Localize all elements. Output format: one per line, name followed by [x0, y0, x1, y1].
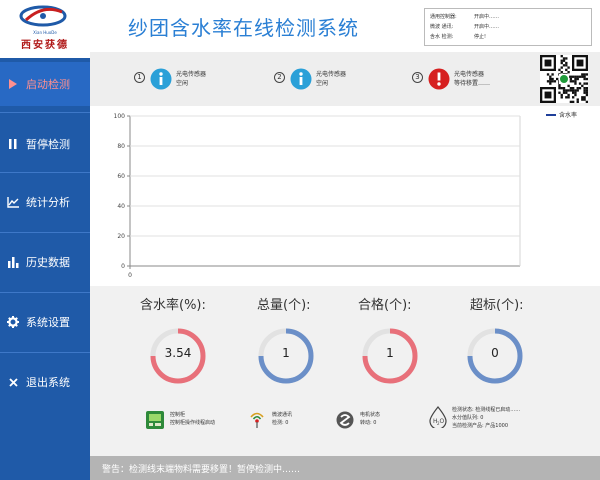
device-text: 检测状态: 检测线程已启动…… 水分值队列: 0 当前检测产品: 产品1000 [452, 407, 521, 429]
y-tick-label: 60 [117, 173, 125, 180]
device-text: 电机状态 转动: 0 [360, 412, 381, 426]
gauge-value-exceeded: 0 [491, 346, 499, 360]
legend-label: 含水率 [559, 112, 578, 119]
status-row-microwave: 微波 通讯: 开启中…… [430, 24, 500, 30]
controller-icon [146, 411, 164, 429]
sidebar-item-pause-detection[interactable]: 暂停检测 [0, 122, 90, 166]
sensor-text: 光电传感器 空闲 [176, 71, 207, 87]
info-icon [290, 68, 312, 90]
sidebar-item-history[interactable]: 历史数据 [0, 240, 90, 284]
page-title: 纱团含水率在线检测系统 [128, 16, 359, 40]
company-logo: Xian HuoDe 西安获德 [0, 0, 90, 58]
y-tick-label: 100 [114, 113, 126, 120]
play-icon [6, 77, 20, 91]
sensor-strip: 1 光电传感器 空闲 2 光电传感器 空闲 3 光电传感器 等待移置…… [90, 52, 600, 106]
status-panel: 通用控制器: 开启中…… 微波 通讯: 开启中…… 含水 检测: 停止! [424, 8, 592, 46]
stat-label-qualified: 合格(个): [358, 298, 412, 313]
stat-label-total: 总量(个): [257, 298, 311, 313]
sidebar-divider [0, 352, 90, 353]
sidebar-divider [0, 292, 90, 293]
sidebar-item-statistics[interactable]: 统计分析 [0, 180, 90, 224]
bar-chart-icon [6, 255, 20, 269]
sidebar-item-label: 统计分析 [26, 196, 70, 209]
gauge-value-moisture: 3.54 [164, 346, 192, 360]
stat-label-moisture: 含水率(%): [140, 298, 206, 313]
motor-icon [336, 411, 354, 429]
warning-icon [428, 68, 450, 90]
sidebar-divider [0, 232, 90, 233]
sidebar-divider [0, 172, 90, 173]
water-drop-icon: H 2 O [429, 406, 447, 428]
sensor-number: 1 [134, 72, 145, 83]
device-text: 控制柜 控制柜操作线程启动 [170, 412, 216, 426]
gauge-value-total: 1 [282, 346, 290, 360]
moisture-chart: 100 80 60 40 20 0 0 含水率 [90, 106, 600, 286]
gear-icon [6, 315, 20, 329]
sidebar-item-settings[interactable]: 系统设置 [0, 300, 90, 344]
sidebar: Xian HuoDe 西安获德 启动检测 暂停检测 统计分析 历史数据 系统设置… [0, 0, 90, 480]
info-icon [150, 68, 172, 90]
stats-panel: 含水率(%): 总量(个): 合格(个): 超标(个): 3.54 1 1 0 … [90, 286, 600, 456]
antenna-icon [250, 412, 264, 428]
warning-text: 警告：检测线末端物料需要移置！暂停检测中…… [102, 465, 301, 475]
qr-code-image [540, 55, 588, 103]
line-chart-icon [6, 195, 20, 209]
device-text: 微波通讯 检测: 0 [272, 412, 293, 426]
chart-canvas: 100 80 60 40 20 00 [114, 113, 521, 279]
sidebar-item-label: 启动检测 [26, 78, 70, 91]
y-tick-label: 80 [117, 143, 125, 150]
logo-swoosh-icon [19, 5, 67, 27]
gauge-value-qualified: 1 [386, 346, 394, 360]
y-tick-label: 0 [121, 263, 125, 270]
footer-warning-bar: 警告：检测线末端物料需要移置！暂停检测中…… [90, 456, 600, 480]
sidebar-item-label: 暂停检测 [26, 138, 70, 151]
x-tick-label: 0 [128, 272, 132, 279]
sidebar-item-exit[interactable]: 退出系统 [0, 360, 90, 404]
status-row-controller: 通用控制器: 开启中…… [430, 14, 500, 20]
pause-icon [6, 137, 20, 151]
y-tick-label: 40 [117, 203, 125, 210]
legend-swatch [546, 113, 556, 116]
chart-legend: 含水率 [546, 110, 577, 119]
sensor-text: 光电传感器 空闲 [316, 71, 347, 87]
y-tick-label: 20 [117, 233, 125, 240]
logo-english: Xian HuoDe [33, 30, 57, 35]
sensor-number: 2 [274, 72, 285, 83]
sidebar-item-label: 历史数据 [26, 256, 70, 269]
logo-chinese: 西安获德 [21, 40, 69, 51]
sidebar-item-label: 系统设置 [26, 316, 70, 329]
sensor-number: 3 [412, 72, 423, 83]
sidebar-divider [0, 112, 90, 113]
status-row-moisture: 含水 检测: 停止! [430, 34, 487, 40]
stat-label-exceeded: 超标(个): [470, 298, 524, 313]
close-icon [6, 375, 20, 389]
sensor-text: 光电传感器 等待移置…… [454, 71, 491, 87]
sidebar-item-start-detection[interactable]: 启动检测 [0, 62, 90, 106]
svg-text:O: O [440, 418, 445, 425]
sidebar-item-label: 退出系统 [26, 376, 70, 389]
